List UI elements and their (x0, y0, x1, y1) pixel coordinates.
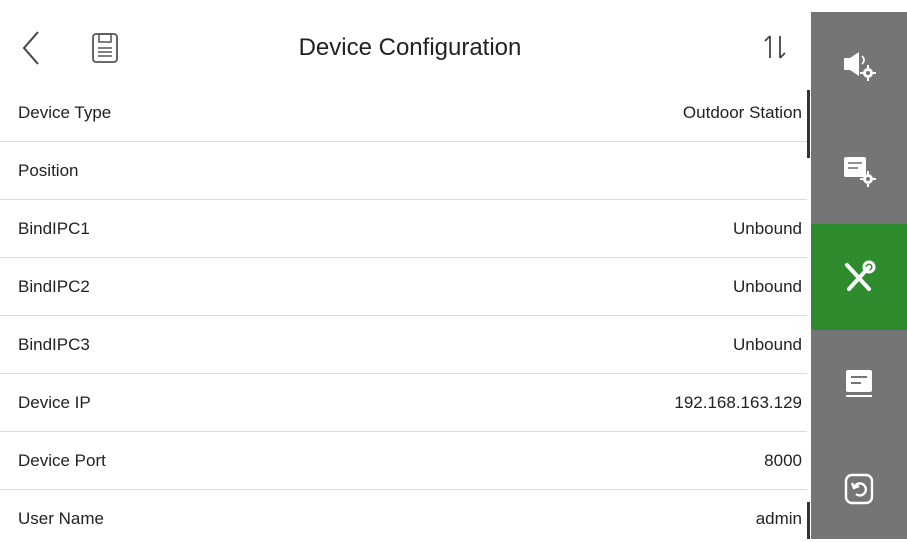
row-value: 8000 (764, 451, 802, 470)
sidebar-item-config-settings[interactable] (811, 118, 907, 224)
config-list: Device Type Outdoor Station Position Bin… (0, 84, 808, 539)
list-item-user-name[interactable]: User Name admin (0, 490, 808, 539)
row-label: Device IP (18, 393, 91, 412)
sort-icon (764, 35, 786, 59)
sidebar-item-tools[interactable] (811, 224, 907, 330)
row-value: 192.168.163.129 (674, 393, 802, 412)
save-icon (92, 33, 118, 63)
sort-button[interactable] (752, 30, 802, 66)
scrollbar[interactable] (807, 84, 810, 539)
row-value: Unbound (732, 219, 802, 238)
sidebar-item-message[interactable] (811, 330, 907, 436)
list-item-device-ip[interactable]: Device IP 192.168.163.129 (0, 374, 808, 432)
row-value: Unbound (732, 277, 802, 296)
list-item-bindipc3[interactable]: BindIPC3 Unbound (0, 316, 808, 374)
row-label: BindIPC3 (18, 335, 90, 354)
list-item-device-type[interactable]: Device Type Outdoor Station (0, 84, 808, 142)
config-settings-icon (844, 157, 876, 187)
chevron-left-icon (22, 31, 39, 65)
row-label: Device Type (18, 103, 112, 122)
row-label: Device Port (18, 451, 106, 470)
page-title: Device Configuration (298, 34, 522, 61)
row-label: BindIPC2 (18, 277, 90, 296)
save-button[interactable] (88, 30, 122, 66)
scroll-thumb-lower[interactable] (807, 502, 810, 539)
list-item-bindipc2[interactable]: BindIPC2 Unbound (0, 258, 808, 316)
row-value: Unbound (732, 335, 802, 354)
list-item-device-port[interactable]: Device Port 8000 (0, 432, 808, 490)
row-label: BindIPC1 (18, 219, 90, 238)
row-value: admin (755, 509, 802, 528)
settings-sidebar (811, 12, 907, 539)
back-button[interactable] (18, 28, 46, 68)
scroll-thumb[interactable] (807, 90, 810, 158)
sound-settings-icon (844, 52, 876, 81)
device-configuration-screen: Device Configuration Device Type Outdoor… (0, 0, 907, 539)
sidebar-item-sound-settings[interactable] (811, 12, 907, 118)
sidebar-item-restore[interactable] (811, 436, 907, 542)
tools-icon (845, 260, 876, 291)
main-panel: Device Configuration Device Type Outdoor… (0, 12, 811, 539)
row-value: Outdoor Station (682, 103, 802, 122)
row-label: User Name (18, 509, 104, 528)
row-label: Position (18, 161, 79, 180)
header-bar: Device Configuration (0, 12, 811, 84)
list-item-bindipc1[interactable]: BindIPC1 Unbound (0, 200, 808, 258)
restore-icon (844, 473, 874, 505)
list-item-position[interactable]: Position (0, 142, 808, 200)
message-icon (846, 370, 872, 397)
